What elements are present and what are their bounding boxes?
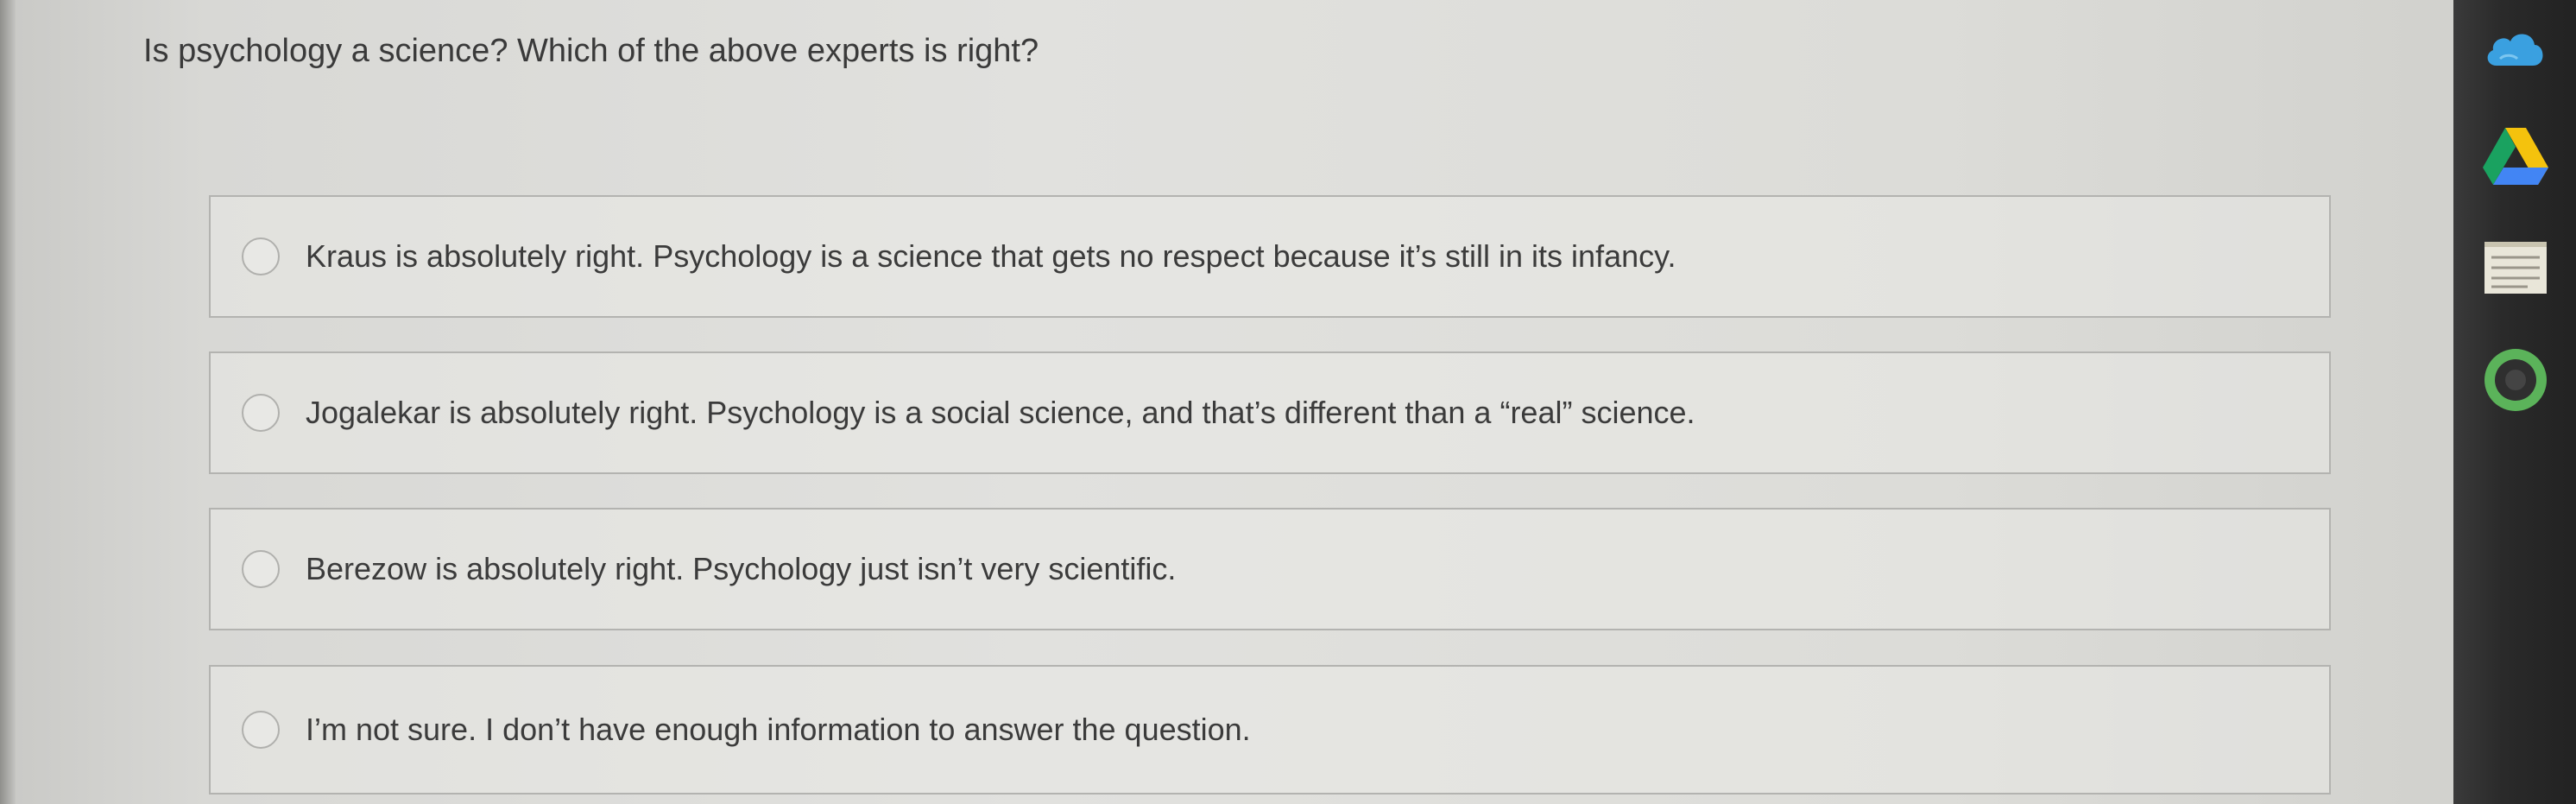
google-drive-icon[interactable] — [2479, 119, 2552, 192]
radio-button[interactable] — [242, 394, 280, 432]
option-label: Berezow is absolutely right. Psychology … — [306, 551, 1177, 586]
answer-option-not-sure[interactable]: I’m not sure. I don’t have enough inform… — [209, 665, 2331, 795]
answer-option-kraus[interactable]: Kraus is absolutely right. Psychology is… — [209, 195, 2331, 318]
answer-option-jogalekar[interactable]: Jogalekar is absolutely right. Psycholog… — [209, 351, 2331, 474]
screen-edge-shadow — [0, 0, 16, 804]
option-label: I’m not sure. I don’t have enough inform… — [306, 712, 1251, 747]
option-label: Kraus is absolutely right. Psychology is… — [306, 238, 1676, 274]
radio-button[interactable] — [242, 711, 280, 749]
taskbar-dock — [2453, 0, 2576, 804]
question-text: Is psychology a science? Which of the ab… — [143, 33, 1039, 69]
answer-option-berezow[interactable]: Berezow is absolutely right. Psychology … — [209, 508, 2331, 630]
cloud-icon[interactable] — [2479, 16, 2552, 88]
docs-notes-icon[interactable] — [2479, 231, 2552, 304]
option-label: Jogalekar is absolutely right. Psycholog… — [306, 395, 1695, 430]
radio-button[interactable] — [242, 237, 280, 275]
green-circle-app-icon[interactable] — [2479, 344, 2552, 416]
radio-button[interactable] — [242, 550, 280, 588]
